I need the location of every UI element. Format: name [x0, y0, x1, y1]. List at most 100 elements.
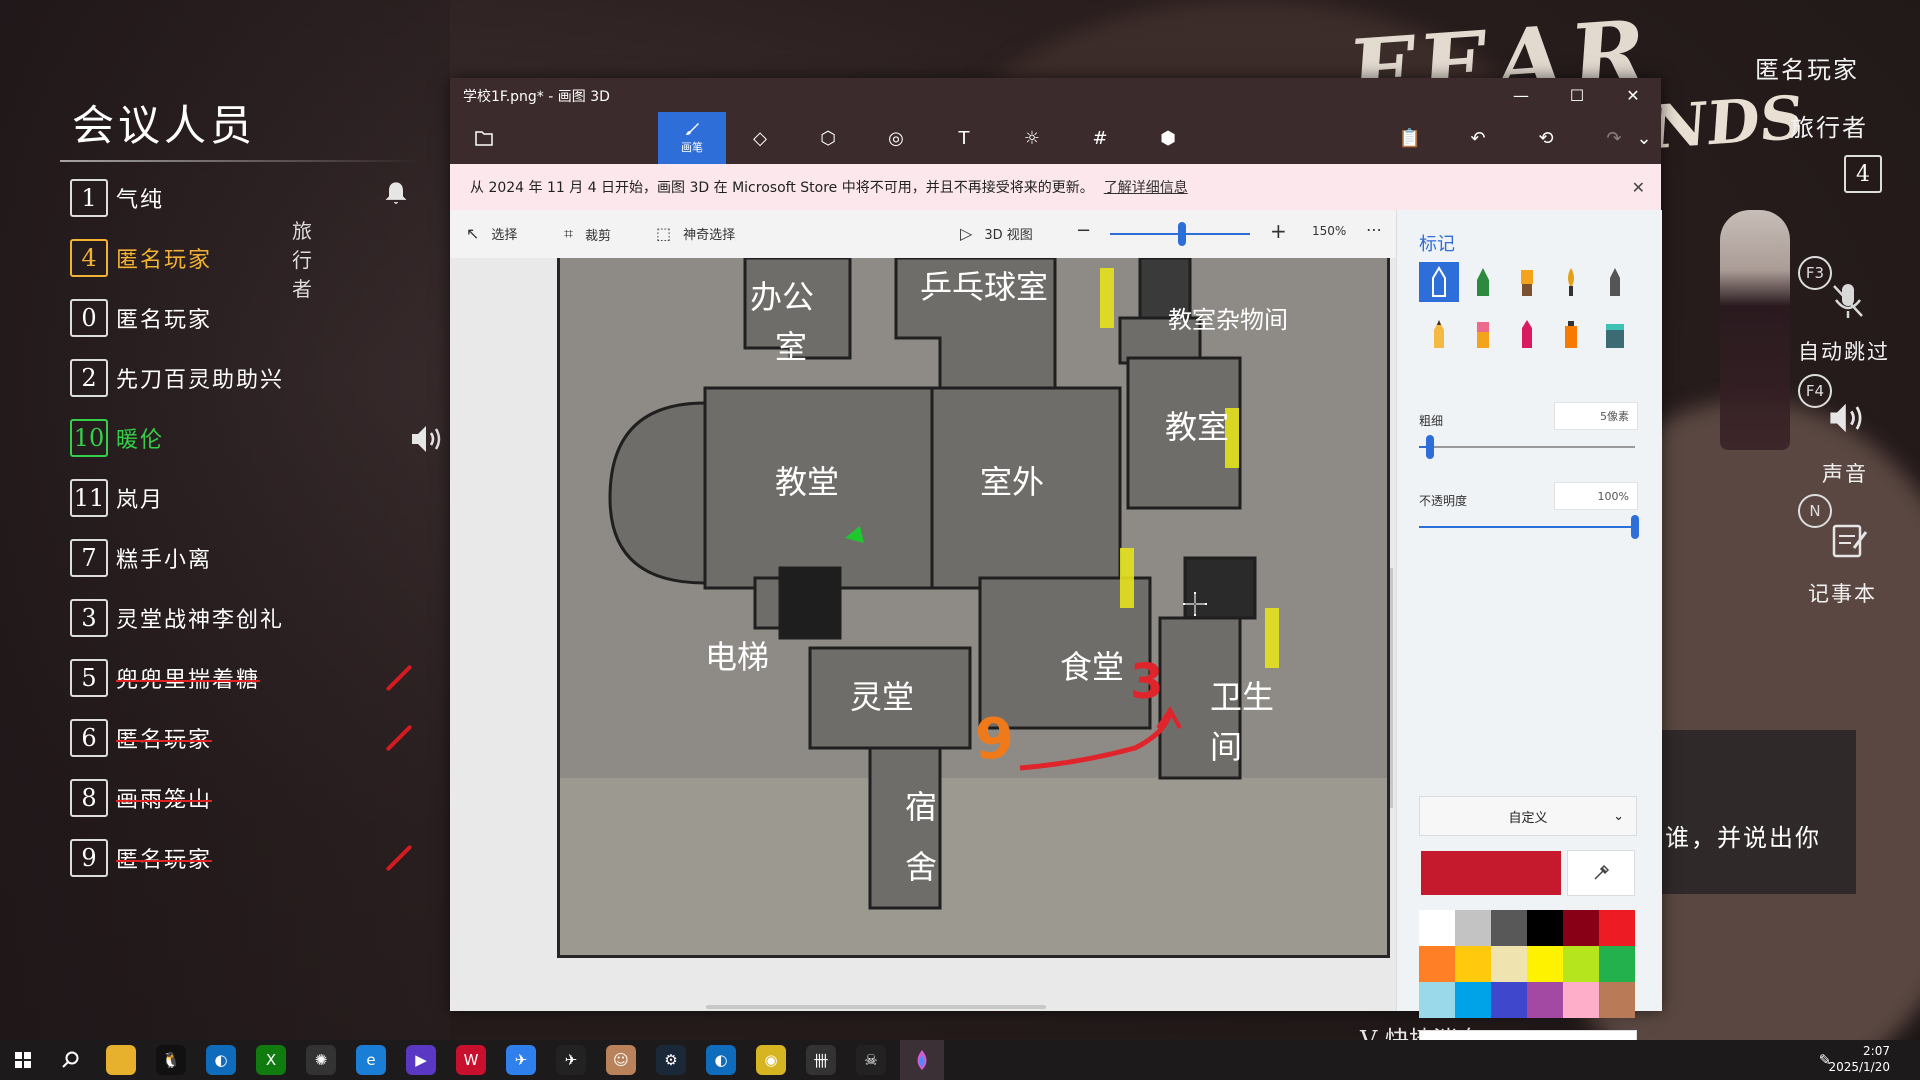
opacity-slider-thumb[interactable] — [1631, 515, 1639, 539]
marker-brush[interactable] — [1419, 262, 1459, 302]
calligraphy-pen-brush[interactable] — [1463, 262, 1503, 302]
watercolor-brush[interactable] — [1551, 262, 1591, 302]
color-swatch[interactable] — [1455, 946, 1491, 982]
color-swatch[interactable] — [1527, 982, 1563, 1018]
player-row[interactable]: 11 岚月 — [70, 476, 164, 520]
menu-folder-icon[interactable] — [450, 112, 518, 164]
eyedropper-icon[interactable] — [1567, 850, 1635, 896]
xbox-icon[interactable]: X — [256, 1045, 286, 1075]
sound-icon[interactable] — [1826, 396, 1870, 440]
canvas-area[interactable]: 办公 室 乒乓球室 教室杂物间 教室 教堂 室外 电梯 灵堂 食堂 卫生 间 宿… — [450, 258, 1396, 1011]
current-color-swatch[interactable] — [1421, 851, 1561, 895]
color-swatch[interactable] — [1419, 982, 1455, 1018]
player-row[interactable]: 7 糕手小离 — [70, 536, 212, 580]
canvas-icon[interactable]: # — [1066, 112, 1134, 164]
stickers-icon[interactable]: ◎ — [862, 112, 930, 164]
player-row[interactable]: 9 匿名玩家 — [70, 836, 413, 880]
notice-close-icon[interactable]: ✕ — [1632, 178, 1645, 197]
map-image[interactable]: 办公 室 乒乓球室 教室杂物间 教室 教堂 室外 电梯 灵堂 食堂 卫生 间 宿… — [557, 258, 1390, 958]
color-swatch[interactable] — [1419, 910, 1455, 946]
hud-auto-skip-label[interactable]: 自动跳过 — [1798, 336, 1890, 366]
steam-icon[interactable]: ⚙ — [656, 1045, 686, 1075]
crayon-brush[interactable] — [1507, 314, 1547, 354]
color-swatch[interactable] — [1455, 910, 1491, 946]
system-clock[interactable]: 2:07 2025/1/20 — [1828, 1043, 1890, 1075]
3d-shapes-icon[interactable]: ⬡ — [794, 112, 862, 164]
player-row[interactable]: 2 先刀百灵助助兴 — [70, 356, 284, 400]
pixel-pen-brush[interactable] — [1595, 262, 1635, 302]
oil-brush[interactable] — [1507, 262, 1547, 302]
color-swatch[interactable] — [1527, 910, 1563, 946]
color-swatch[interactable] — [1491, 946, 1527, 982]
qq-icon[interactable]: 🐧 — [156, 1045, 186, 1075]
opacity-input[interactable]: 100% — [1554, 482, 1638, 510]
3d-view-button[interactable]: ▷ 3D 视图 — [960, 224, 1033, 243]
game-launcher-icon[interactable]: ☠ — [856, 1045, 886, 1075]
thickness-slider[interactable] — [1419, 446, 1635, 448]
owl-app-icon[interactable]: ◉ — [756, 1045, 786, 1075]
effects-icon[interactable]: ☼ — [998, 112, 1066, 164]
magic-select-button[interactable]: ⬚ 神奇选择 — [656, 224, 735, 243]
color-swatch[interactable] — [1491, 910, 1527, 946]
file-explorer-icon[interactable] — [106, 1045, 136, 1075]
zoom-in-button[interactable]: + — [1270, 219, 1287, 243]
edge-alt-icon[interactable]: ◐ — [706, 1045, 736, 1075]
mic-muted-icon[interactable] — [1826, 278, 1870, 322]
spray-can-brush[interactable] — [1551, 314, 1591, 354]
maximize-button[interactable]: ☐ — [1549, 78, 1605, 112]
player-row[interactable]: 3 灵堂战神李创礼 — [70, 596, 284, 640]
more-options-icon[interactable]: ⋯ — [1366, 220, 1382, 239]
horizontal-scrollbar[interactable] — [706, 1005, 1046, 1009]
plane-app-icon[interactable]: ✈ — [556, 1045, 586, 1075]
player-row[interactable]: 10 暖伦 — [70, 416, 164, 460]
zoom-slider-thumb[interactable] — [1178, 222, 1186, 246]
player-row[interactable]: 1 气纯 — [70, 176, 164, 220]
color-swatch[interactable] — [1599, 946, 1635, 982]
color-swatch[interactable] — [1563, 910, 1599, 946]
zoom-out-button[interactable]: − — [1076, 220, 1091, 241]
thickness-slider-thumb[interactable] — [1425, 435, 1434, 459]
notebook-icon[interactable] — [1826, 518, 1870, 562]
brushes-tool-button[interactable]: 画笔 — [658, 112, 726, 164]
3d-library-icon[interactable]: ⬢ — [1134, 112, 1202, 164]
player-row[interactable]: 0 匿名玩家 — [70, 296, 212, 340]
player-row[interactable]: 6 匿名玩家 — [70, 716, 413, 760]
player-row[interactable]: 8 画雨笼山 — [70, 776, 212, 820]
player-row[interactable]: 4 匿名玩家 旅行者 — [70, 219, 312, 301]
close-button[interactable]: ✕ — [1605, 78, 1661, 112]
vertical-scrollbar[interactable] — [1390, 568, 1393, 808]
paint3d-taskbar-icon[interactable] — [900, 1040, 944, 1080]
undo-icon[interactable]: ↶ — [1444, 112, 1512, 164]
color-swatch[interactable] — [1563, 946, 1599, 982]
color-swatch[interactable] — [1491, 982, 1527, 1018]
bird-app-icon[interactable]: ✈ — [506, 1045, 536, 1075]
expand-toolbar-icon[interactable]: ⌄ — [1610, 112, 1678, 164]
paste-icon[interactable]: 📋 — [1376, 112, 1444, 164]
avatar-app-icon[interactable]: ☺ — [606, 1045, 636, 1075]
pencil-brush[interactable] — [1419, 314, 1459, 354]
player-row[interactable]: 5 兜兜里揣着糖 — [70, 656, 413, 700]
bell-icon[interactable] — [382, 180, 410, 208]
minimize-button[interactable]: — — [1493, 78, 1549, 112]
color-swatch[interactable] — [1563, 982, 1599, 1018]
2d-shapes-icon[interactable]: ◇ — [726, 112, 794, 164]
color-swatch[interactable] — [1599, 910, 1635, 946]
fill-bucket-brush[interactable] — [1595, 314, 1635, 354]
chatgpt-icon[interactable]: ✺ — [306, 1045, 336, 1075]
media-player-icon[interactable]: ▶ — [406, 1045, 436, 1075]
color-swatch[interactable] — [1455, 982, 1491, 1018]
eraser-brush[interactable] — [1463, 314, 1503, 354]
wps-icon[interactable]: W — [456, 1045, 486, 1075]
windows-start-icon[interactable] — [8, 1045, 38, 1075]
color-swatch[interactable] — [1527, 946, 1563, 982]
learn-more-link[interactable]: 了解详细信息 — [1104, 177, 1188, 197]
search-icon[interactable] — [56, 1045, 86, 1075]
edge-icon[interactable]: e — [356, 1045, 386, 1075]
crop-button[interactable]: ⌗ 裁剪 — [564, 224, 611, 244]
color-mode-dropdown[interactable]: 自定义 ⌄ — [1419, 796, 1637, 836]
hud-sound-label[interactable]: 声音 — [1822, 458, 1868, 488]
browser-icon[interactable]: ◐ — [206, 1045, 236, 1075]
history-icon[interactable]: ⟲ — [1512, 112, 1580, 164]
thickness-input[interactable]: 5像素 — [1554, 402, 1638, 430]
color-swatch[interactable] — [1419, 946, 1455, 982]
